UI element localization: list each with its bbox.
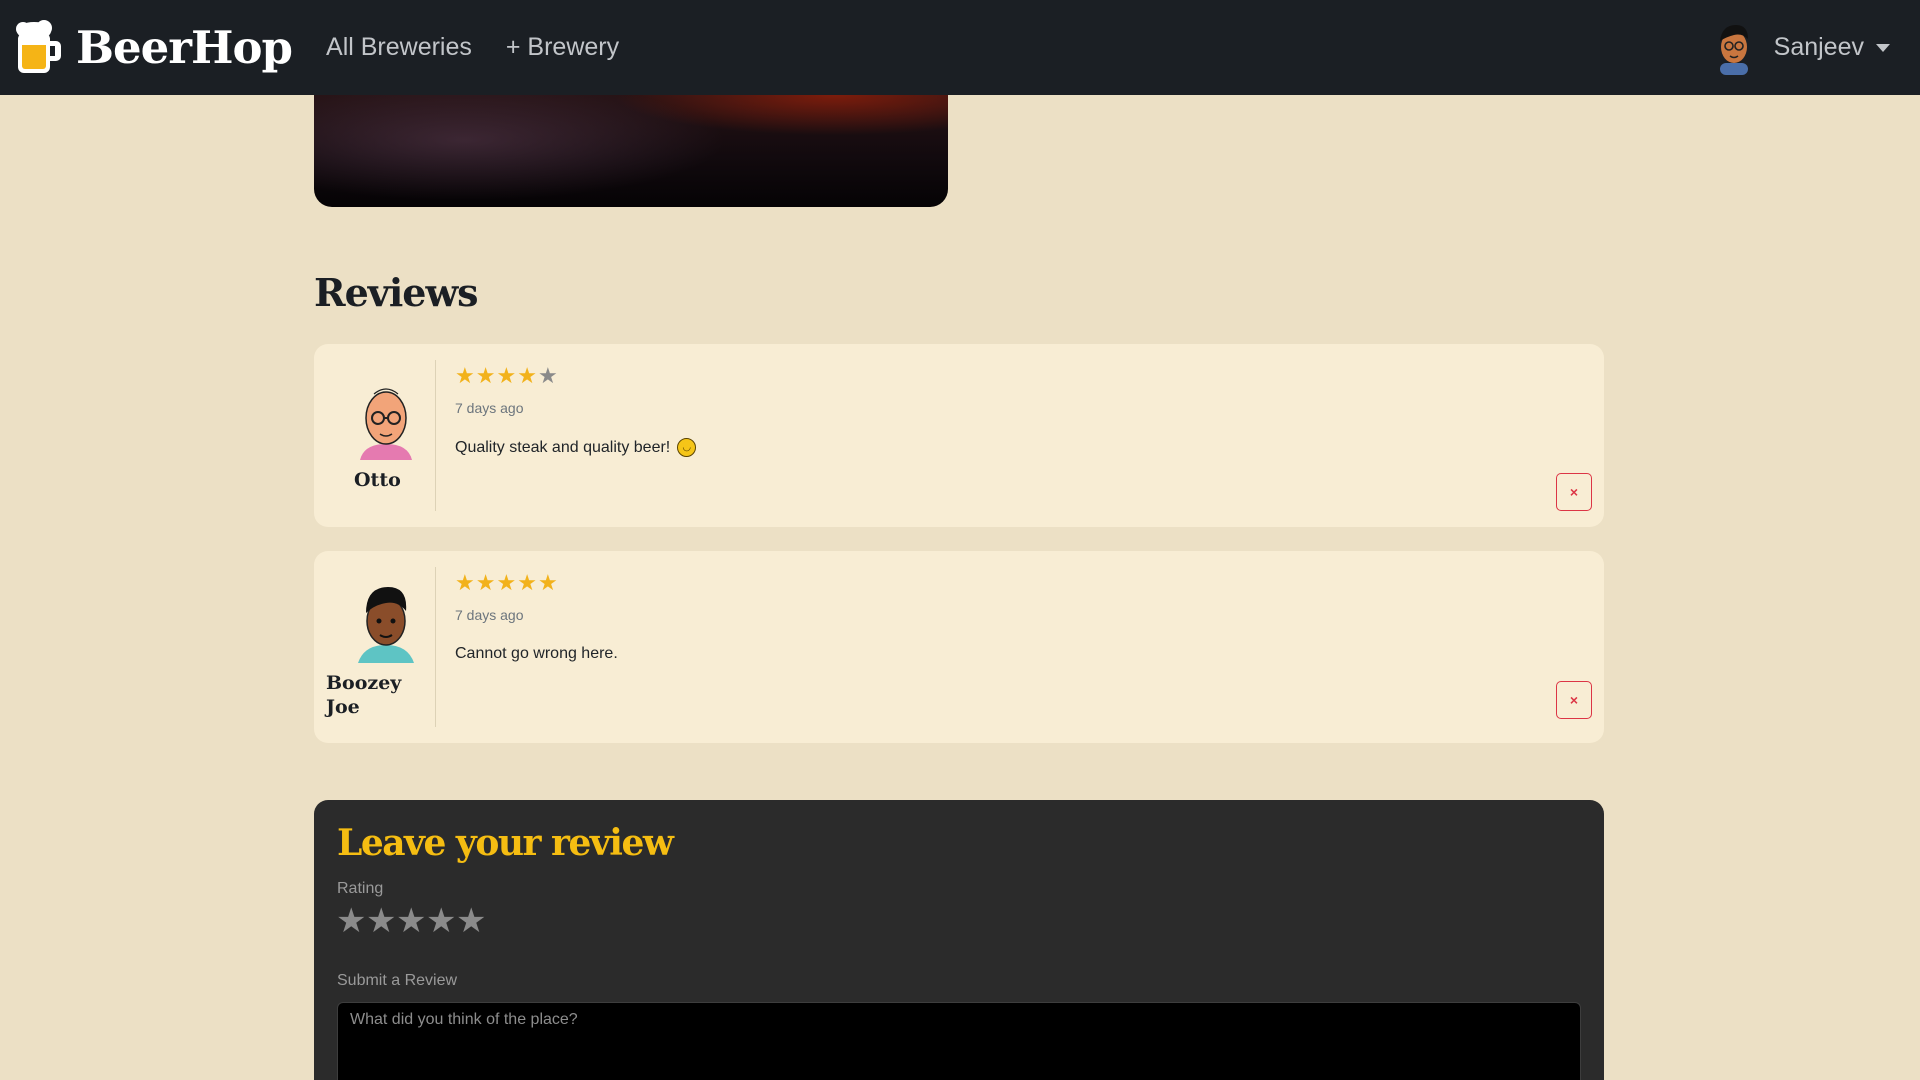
- user-name: Sanjeev: [1773, 33, 1864, 61]
- review-timestamp: 7 days ago: [455, 607, 524, 623]
- star-icon: ★: [455, 571, 475, 596]
- review-field-label: Submit a Review: [337, 972, 458, 989]
- brewery-image: [314, 80, 948, 207]
- star-icon: ★: [496, 571, 517, 596]
- reviewer: Boozey Joe: [326, 567, 436, 727]
- navbar: BeerHop All Breweries + Brewery Sanjeev: [0, 0, 1920, 95]
- star-icon: ★: [537, 571, 558, 596]
- rating-input: ★ ★ ★ ★ ★: [336, 904, 486, 938]
- review-body: ★ ★ ★ ★ ★ 7 days ago Cannot go wrong her…: [455, 573, 618, 663]
- brand-link[interactable]: BeerHop: [14, 19, 293, 77]
- review-text: Quality steak and quality beer! ◡: [455, 438, 697, 457]
- star-icon[interactable]: ★: [336, 904, 366, 938]
- review-textarea[interactable]: [337, 1002, 1581, 1080]
- reviewer-avatar: [358, 587, 414, 663]
- star-icon[interactable]: ★: [396, 904, 426, 938]
- star-icon: ★: [496, 364, 517, 389]
- beer-mug-icon: [16, 19, 61, 73]
- review-timestamp: 7 days ago: [455, 400, 524, 416]
- review-stars: ★ ★ ★ ★ ★: [455, 366, 696, 388]
- delete-review-button[interactable]: ×: [1556, 681, 1592, 719]
- nav-all-breweries[interactable]: All Breweries: [326, 33, 472, 62]
- review-card: Boozey Joe ★ ★ ★ ★ ★ 7 days ago Cannot g…: [314, 551, 1604, 743]
- star-icon[interactable]: ★: [456, 904, 486, 938]
- star-icon: ★: [475, 364, 496, 389]
- leave-review-form: Leave your review Rating ★ ★ ★ ★ ★ Submi…: [314, 800, 1604, 1080]
- reviewer-name: Otto: [354, 469, 401, 491]
- review-text: Cannot go wrong here.: [455, 645, 618, 663]
- user-avatar-icon: [1719, 24, 1748, 75]
- review-card: Otto ★ ★ ★ ★ ★ 7 days ago Quality steak …: [314, 344, 1604, 527]
- reviews-heading: Reviews: [314, 270, 479, 315]
- review-text-content: Cannot go wrong here.: [455, 645, 618, 662]
- reviewer-avatar: [360, 388, 412, 460]
- star-icon: ★: [517, 364, 537, 389]
- star-icon: ★: [537, 364, 558, 389]
- review-stars: ★ ★ ★ ★ ★: [455, 573, 618, 595]
- rating-label: Rating: [337, 880, 384, 897]
- brand-name: BeerHop: [76, 21, 293, 74]
- reviewer-name: Boozey Joe: [326, 672, 402, 718]
- wink-emoji-icon: ◡: [677, 438, 697, 457]
- reviewer: Otto: [326, 360, 436, 511]
- star-icon: ★: [475, 571, 496, 596]
- nav-add-brewery[interactable]: + Brewery: [506, 33, 619, 62]
- user-menu[interactable]: Sanjeev: [1710, 0, 1890, 95]
- star-icon[interactable]: ★: [366, 904, 396, 938]
- leave-review-heading: Leave your review: [337, 822, 674, 864]
- delete-review-button[interactable]: ×: [1556, 473, 1592, 511]
- star-icon: ★: [517, 571, 537, 596]
- star-icon: ★: [455, 364, 475, 389]
- caret-down-icon: [1876, 43, 1890, 52]
- review-body: ★ ★ ★ ★ ★ 7 days ago Quality steak and q…: [455, 366, 697, 457]
- star-icon[interactable]: ★: [426, 904, 456, 938]
- review-text-content: Quality steak and quality beer!: [455, 438, 671, 456]
